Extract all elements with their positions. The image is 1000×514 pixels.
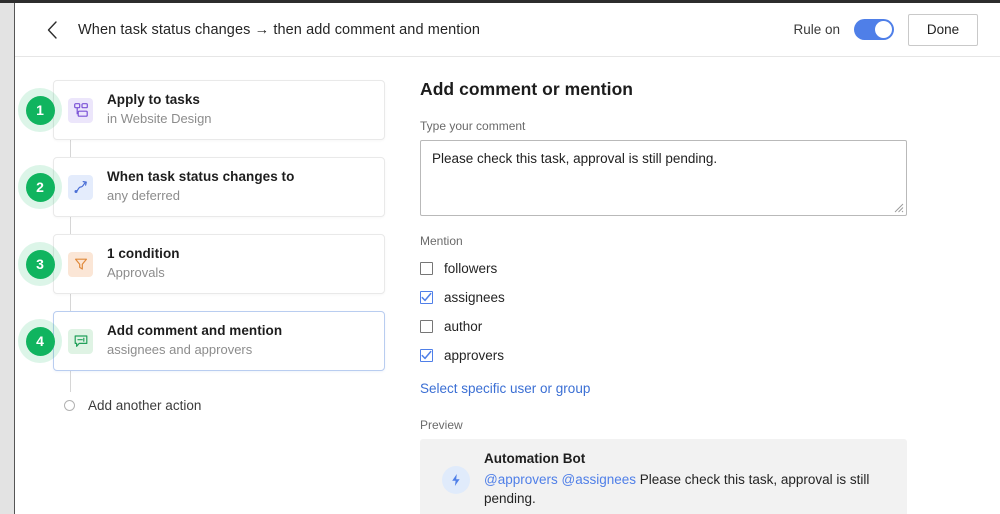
mention-option-label: followers bbox=[444, 261, 498, 276]
badge-halo bbox=[18, 242, 62, 287]
step-subtitle: any deferred bbox=[107, 188, 180, 204]
step-title: Add comment and mention bbox=[107, 323, 283, 339]
step-number: 3 bbox=[25, 249, 55, 279]
rule-flow-panel: 1 Apply to tasks in Website Design 2 Whe… bbox=[15, 57, 410, 514]
comment-field-label: Type your comment bbox=[420, 119, 526, 133]
step-text: When task status changes to any deferred bbox=[107, 168, 294, 206]
badge-halo bbox=[18, 319, 62, 364]
step-number: 1 bbox=[25, 95, 55, 125]
step-badge-4: 4 bbox=[18, 319, 62, 364]
left-gutter bbox=[0, 3, 14, 514]
chevron-left-icon bbox=[47, 20, 57, 39]
mention-option-label: assignees bbox=[444, 290, 505, 305]
comment-input[interactable] bbox=[420, 140, 907, 216]
detail-title: Add comment or mention bbox=[420, 79, 634, 99]
step-number: 4 bbox=[25, 326, 55, 356]
checkbox-unchecked-icon[interactable] bbox=[420, 320, 433, 333]
preview-message: @approvers @assignees Please check this … bbox=[484, 470, 893, 509]
flow-step-status-trigger[interactable]: 2 When task status changes to any deferr… bbox=[18, 157, 385, 218]
step-title: 1 condition bbox=[107, 246, 180, 262]
step-text: Apply to tasks in Website Design bbox=[107, 91, 212, 129]
flow-step-add-comment[interactable]: 4 Add comment and mention assignees and … bbox=[18, 311, 385, 372]
mention-option-assignees[interactable]: assignees bbox=[420, 283, 620, 312]
apply-to-tasks-icon bbox=[68, 97, 93, 123]
mention-option-followers[interactable]: followers bbox=[420, 254, 620, 283]
step-title: When task status changes to bbox=[107, 169, 295, 185]
preview-body: Automation Bot @approvers @assignees Ple… bbox=[484, 450, 893, 509]
step-text: Add comment and mention assignees and ap… bbox=[107, 322, 282, 360]
done-button[interactable]: Done bbox=[908, 13, 978, 46]
preview-bot-name: Automation Bot bbox=[484, 451, 586, 466]
flow-steps-list: 1 Apply to tasks in Website Design 2 Whe… bbox=[15, 57, 410, 418]
flow-step-apply-to-tasks[interactable]: 1 Apply to tasks in Website Design bbox=[18, 80, 385, 141]
step-text: 1 condition Approvals bbox=[107, 245, 180, 283]
checkbox-checked-icon[interactable] bbox=[420, 291, 433, 304]
preview-section-label: Preview bbox=[420, 418, 463, 432]
mention-option-author[interactable]: author bbox=[420, 312, 620, 341]
badge-halo bbox=[18, 88, 62, 133]
mention-option-label: approvers bbox=[444, 348, 505, 363]
toggle-knob bbox=[875, 21, 892, 38]
action-detail-panel: Add comment or mention Type your comment… bbox=[410, 57, 1000, 514]
add-circle-icon bbox=[64, 399, 75, 411]
header-actions: Rule on Done bbox=[793, 13, 978, 46]
checkbox-unchecked-icon[interactable] bbox=[420, 262, 433, 275]
add-another-action-label: Add another action bbox=[88, 397, 202, 413]
comment-mention-icon bbox=[68, 328, 93, 354]
rule-toggle-label: Rule on bbox=[793, 22, 840, 37]
rule-on-toggle[interactable] bbox=[854, 19, 894, 40]
step-number: 2 bbox=[25, 172, 55, 202]
preview-mention-assignees: @assignees bbox=[561, 471, 637, 487]
automation-rule-editor: When task status changes → then add comm… bbox=[0, 0, 1000, 514]
step-subtitle: Approvals bbox=[107, 265, 165, 281]
select-specific-user-link[interactable]: Select specific user or group bbox=[420, 381, 590, 396]
step-badge-2: 2 bbox=[18, 165, 62, 210]
header-bar: When task status changes → then add comm… bbox=[15, 3, 1000, 57]
mention-option-approvers[interactable]: approvers bbox=[420, 341, 620, 370]
step-subtitle: assignees and approvers bbox=[107, 342, 253, 358]
comment-preview-card: Automation Bot @approvers @assignees Ple… bbox=[420, 439, 907, 514]
badge-halo bbox=[18, 165, 62, 210]
mention-option-label: author bbox=[444, 319, 483, 334]
lightning-bolt-icon bbox=[442, 465, 470, 494]
filter-condition-icon bbox=[68, 251, 93, 277]
page-title: When task status changes → then add comm… bbox=[78, 21, 481, 38]
step-badge-1: 1 bbox=[18, 88, 62, 133]
add-another-action-button[interactable]: Add another action bbox=[53, 392, 253, 418]
trigger-status-icon bbox=[68, 174, 93, 200]
comment-box-wrapper bbox=[420, 140, 907, 216]
back-button[interactable] bbox=[39, 17, 65, 43]
checkbox-checked-icon[interactable] bbox=[420, 349, 433, 362]
mention-section-label: Mention bbox=[420, 234, 463, 248]
flow-step-condition[interactable]: 3 1 condition Approvals bbox=[18, 234, 385, 295]
step-badge-3: 3 bbox=[18, 242, 62, 287]
step-title: Apply to tasks bbox=[107, 92, 200, 107]
preview-mention-approvers: @approvers bbox=[484, 471, 558, 487]
step-subtitle: in Website Design bbox=[107, 111, 212, 127]
